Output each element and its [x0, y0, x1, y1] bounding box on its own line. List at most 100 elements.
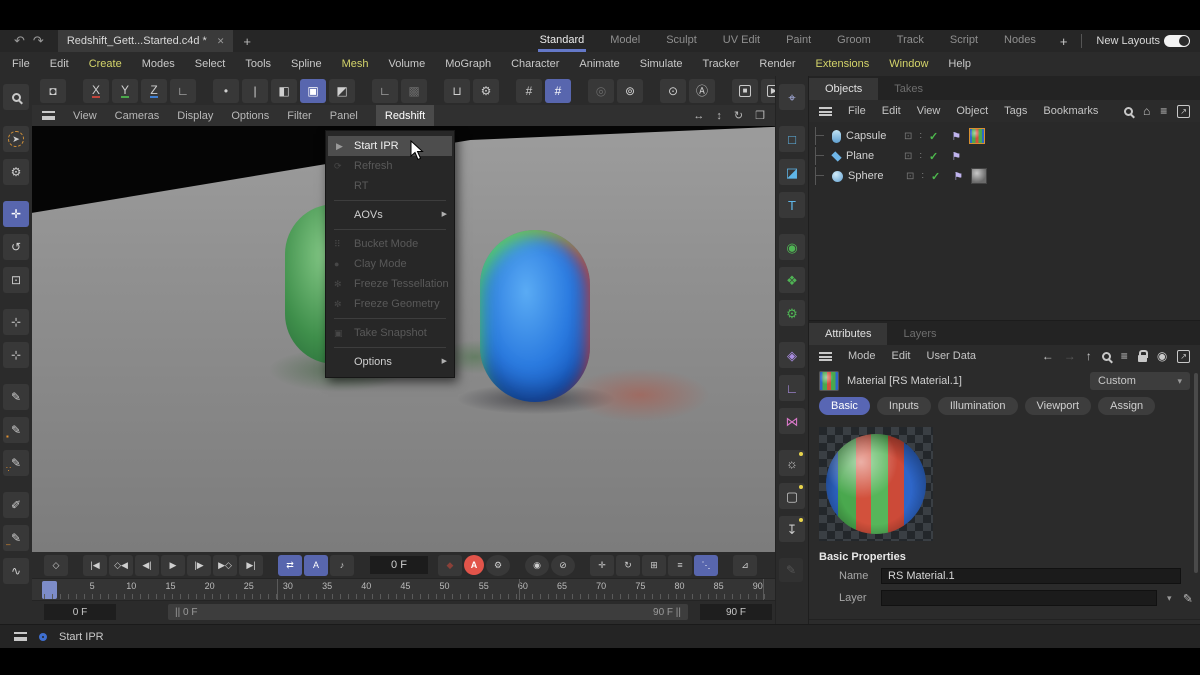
menu-create[interactable]: Create	[89, 58, 122, 70]
go-to-start-button[interactable]: |◀	[83, 555, 107, 576]
stage-icon[interactable]: ↧	[779, 516, 805, 542]
rs-rt[interactable]: RT	[326, 176, 454, 196]
render-view-icon[interactable]: ■	[732, 79, 758, 103]
lock-z-axis-icon[interactable]: Z	[141, 79, 167, 103]
attr-tab-basic[interactable]: Basic	[819, 397, 870, 415]
menu-tracker[interactable]: Tracker	[703, 58, 740, 70]
volume-button[interactable]: ♪	[330, 555, 354, 576]
back-icon[interactable]: ←	[1042, 349, 1054, 363]
range-end-field[interactable]: 90 F	[700, 604, 772, 620]
record-keyframe-button[interactable]: ◆	[438, 555, 462, 576]
viewport-canvas[interactable]: ▶Start IPR⟳RefreshRTAOVs▶⠿Bucket Mode●Cl…	[32, 126, 775, 552]
layout-tab-model[interactable]: Model	[608, 30, 642, 52]
keyframe-selection-button[interactable]: A	[304, 555, 328, 576]
rs-bucket-mode[interactable]: ⠿Bucket Mode	[326, 234, 454, 254]
eyedropper-icon[interactable]: ✐	[1180, 593, 1194, 603]
object-row-sphere[interactable]: Sphere ⊡ ∶ ✓ ⚑	[815, 166, 1200, 186]
move-tool-icon[interactable]: ✛	[3, 201, 29, 227]
close-icon[interactable]: ✕	[217, 36, 225, 47]
previous-key-button[interactable]: ◇◀	[109, 555, 133, 576]
chevron-down-icon[interactable]: ▾	[1167, 593, 1172, 604]
key-position-button[interactable]: ✛	[590, 555, 614, 576]
model-mode-icon[interactable]: ▣	[300, 79, 326, 103]
toggle-view-icon[interactable]: ❒	[755, 109, 765, 122]
phong-tag-icon[interactable]: ⚑	[952, 170, 964, 183]
up-icon[interactable]: ↑	[1086, 349, 1092, 363]
lock-x-axis-icon[interactable]: X	[83, 79, 109, 103]
autokey-button[interactable]: A	[464, 555, 484, 575]
menu-file[interactable]: File	[12, 58, 30, 70]
go-to-end-button[interactable]: ▶|	[239, 555, 263, 576]
material-tag-sphere[interactable]	[971, 168, 987, 184]
play-button[interactable]: ▶	[161, 555, 185, 576]
set-keyframe-button[interactable]: ◇	[44, 555, 68, 576]
coordinate-system-icon[interactable]: ∟	[170, 79, 196, 103]
objects-menu-bookmarks[interactable]: Bookmarks	[1043, 105, 1098, 117]
key-pla-button[interactable]: ⋱	[694, 555, 718, 576]
tab-attributes[interactable]: Attributes	[809, 323, 887, 345]
annotate-pen-icon[interactable]: ✎	[779, 558, 803, 582]
attr-menu-mode[interactable]: Mode	[848, 350, 876, 362]
brush-icon[interactable]: ✐	[3, 492, 29, 518]
menu-select[interactable]: Select	[195, 58, 226, 70]
camera-icon[interactable]: ▢	[779, 483, 805, 509]
add-toggle-icon[interactable]: ⊡	[903, 131, 913, 142]
layout-tab-groom[interactable]: Groom	[835, 30, 873, 52]
menu-animate[interactable]: Animate	[579, 58, 619, 70]
auto-visibility-icon[interactable]: Ⓐ	[689, 79, 715, 103]
edges-mode-icon[interactable]: |	[242, 79, 268, 103]
grid-snap-icon[interactable]: #	[516, 79, 542, 103]
rs-separator[interactable]	[334, 229, 446, 230]
key-rotation-button[interactable]: ↻	[616, 555, 640, 576]
attr-tab-assign[interactable]: Assign	[1098, 397, 1155, 415]
rs-aovs[interactable]: AOVs▶	[326, 205, 454, 225]
range-slider-start[interactable]: || 0 F	[175, 607, 197, 618]
layout-tab-paint[interactable]: Paint	[784, 30, 813, 52]
menu-window[interactable]: Window	[889, 58, 928, 70]
visibility-dots-icon[interactable]: ∶	[918, 151, 923, 162]
objects-menu-view[interactable]: View	[917, 105, 941, 117]
document-tab[interactable]: Redshift_Gett...Started.c4d * ✕	[58, 30, 234, 52]
rs-start-ipr[interactable]: ▶Start IPR	[328, 136, 452, 156]
viewport-solo-icon[interactable]: ◎	[588, 79, 614, 103]
layout-tab-nodes[interactable]: Nodes	[1002, 30, 1038, 52]
workplane-mode-icon[interactable]: ∟	[372, 79, 398, 103]
new-document-tab-button[interactable]: +	[233, 34, 261, 49]
layer-input[interactable]	[881, 590, 1157, 606]
tab-layers[interactable]: Layers	[887, 323, 952, 345]
snap-settings-icon[interactable]: ⚙	[473, 79, 499, 103]
enable-check-icon[interactable]: ✓	[928, 130, 939, 143]
previous-frame-button[interactable]: ◀|	[135, 555, 159, 576]
hamburger-icon[interactable]	[819, 352, 832, 361]
light-icon[interactable]: ☼	[779, 450, 805, 476]
axis-center-icon[interactable]: ⌖	[779, 84, 805, 110]
fcurve-button[interactable]: ⊿	[733, 555, 757, 576]
live-selection-icon[interactable]: ➤	[3, 126, 29, 152]
pan-view-icon[interactable]: ↔	[693, 109, 704, 122]
vp-menu-redshift[interactable]: Redshift	[376, 105, 434, 126]
spline-pen-icon[interactable]: ✎	[3, 384, 29, 410]
cube-primitive-icon[interactable]: ◪	[779, 159, 805, 185]
add-toggle-icon[interactable]: ⊡	[905, 171, 915, 182]
rotate-tool-icon[interactable]: ↺	[3, 234, 29, 260]
rs-options[interactable]: Options▶	[326, 352, 454, 372]
workplane-lock-icon[interactable]: ▩	[401, 79, 427, 103]
vp-menu-filter[interactable]: Filter	[287, 105, 311, 126]
menu-simulate[interactable]: Simulate	[640, 58, 683, 70]
add-layout-button[interactable]: +	[1060, 34, 1068, 49]
vp-menu-display[interactable]: Display	[177, 105, 213, 126]
dolly-view-icon[interactable]: ↕	[716, 109, 722, 122]
rs-freeze-geometry[interactable]: ✼Freeze Geometry	[326, 294, 454, 314]
material-tag-capsule[interactable]	[969, 128, 985, 144]
menu-mograph[interactable]: MoGraph	[445, 58, 491, 70]
menu-render[interactable]: Render	[759, 58, 795, 70]
points-mode-icon[interactable]: •	[213, 79, 239, 103]
rs-separator[interactable]	[334, 318, 446, 319]
focus-icon[interactable]: ◉	[1157, 349, 1167, 363]
lock-y-axis-icon[interactable]: Y	[112, 79, 138, 103]
spline-scatter-icon[interactable]: ✎∵	[3, 450, 29, 476]
selection-settings-icon[interactable]: ⚙	[3, 159, 29, 185]
hamburger-icon[interactable]	[819, 107, 832, 116]
quantize-icon[interactable]: #	[545, 79, 571, 103]
timeline-ruler[interactable]: 051015202530354045505560657075808590	[32, 578, 775, 601]
